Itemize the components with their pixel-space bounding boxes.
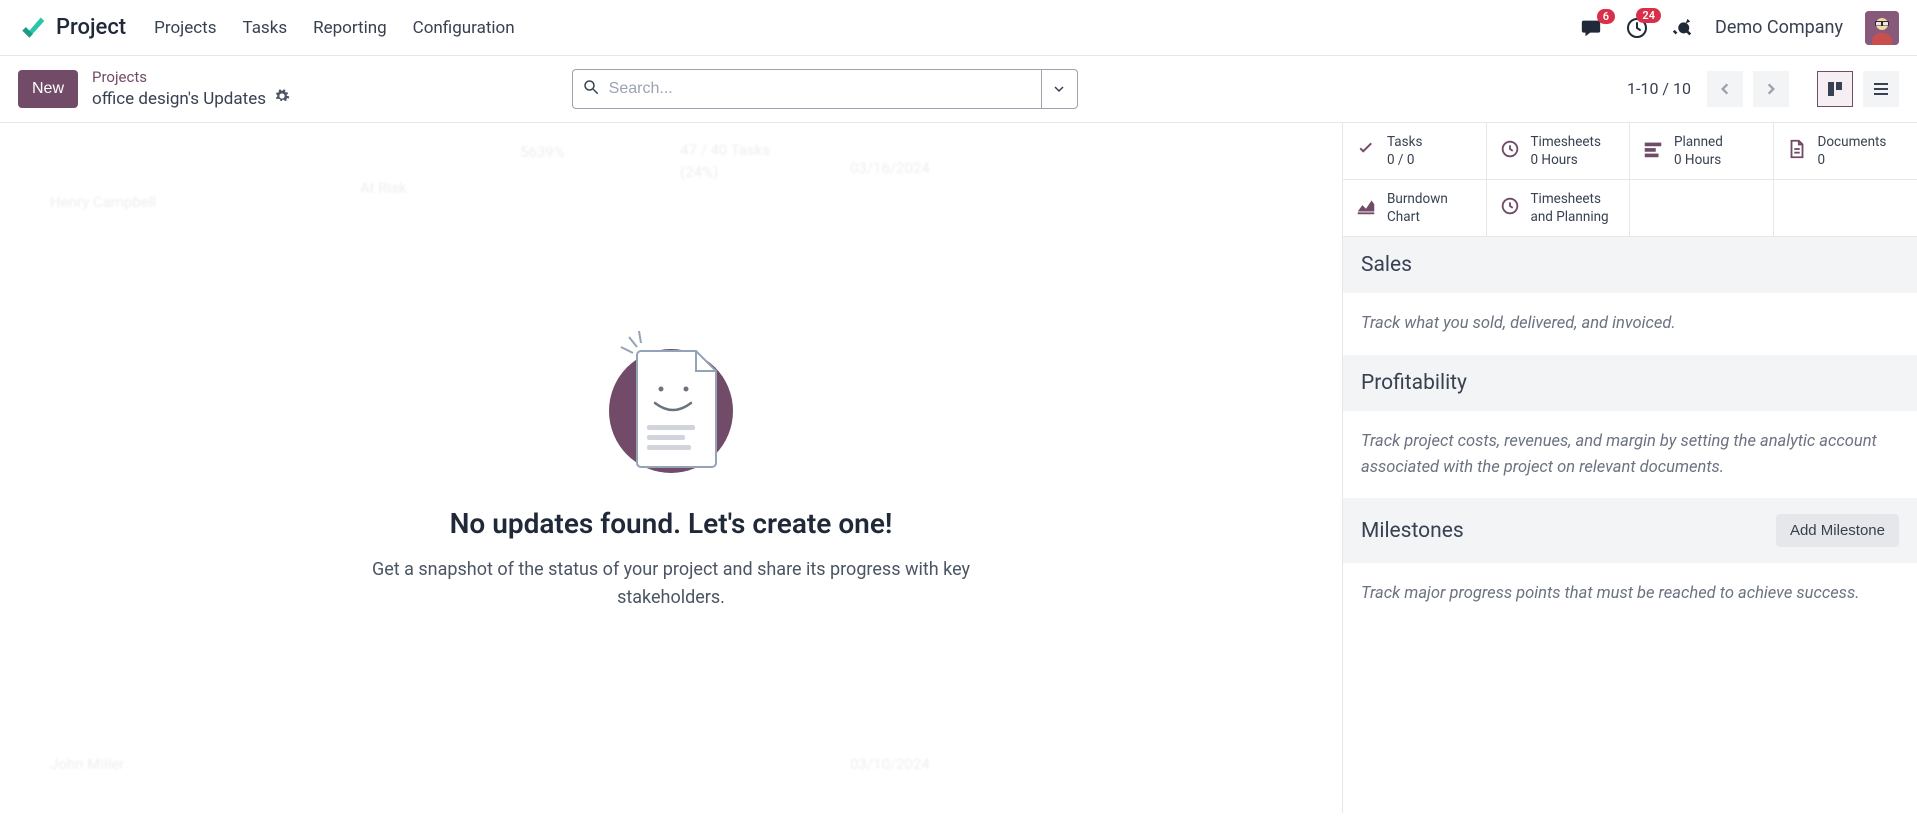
pager-next[interactable] <box>1753 71 1789 107</box>
empty-state-illustration <box>321 323 1021 487</box>
pager-count[interactable]: 1-10 / 10 <box>1627 79 1691 98</box>
add-milestone-button[interactable]: Add Milestone <box>1776 514 1899 547</box>
document-icon <box>1786 138 1808 164</box>
section-milestones-body: Track major progress points that must be… <box>1343 563 1917 625</box>
view-list[interactable] <box>1863 71 1899 107</box>
empty-state-subtext: Get a snapshot of the status of your pro… <box>321 556 1021 612</box>
activities-icon[interactable]: 24 <box>1625 16 1649 40</box>
debug-icon[interactable] <box>1671 17 1693 39</box>
search-dropdown[interactable] <box>1042 69 1078 109</box>
clock-icon <box>1499 138 1521 164</box>
company-selector[interactable]: Demo Company <box>1715 17 1843 38</box>
new-button[interactable]: New <box>18 70 78 108</box>
section-sales-header: Sales <box>1343 237 1917 293</box>
nav-projects[interactable]: Projects <box>154 18 216 38</box>
empty-state: No updates found. Let's create one! Get … <box>321 323 1021 612</box>
nav-reporting[interactable]: Reporting <box>313 18 387 38</box>
breadcrumb-parent[interactable]: Projects <box>92 68 290 88</box>
messages-icon[interactable]: 6 <box>1579 17 1603 39</box>
check-icon <box>1355 138 1377 164</box>
gear-icon[interactable] <box>274 88 290 110</box>
section-milestones-header: Milestones Add Milestone <box>1343 498 1917 563</box>
stat-timesheets-planning[interactable]: Timesheetsand Planning <box>1487 180 1631 237</box>
empty-state-heading: No updates found. Let's create one! <box>321 507 1021 540</box>
user-avatar[interactable] <box>1865 11 1899 45</box>
search-icon <box>582 78 600 100</box>
breadcrumb-title: office design's Updates <box>92 88 266 110</box>
section-profitability-body: Track project costs, revenues, and margi… <box>1343 411 1917 498</box>
section-profitability-header: Profitability <box>1343 355 1917 411</box>
clock-icon <box>1499 195 1521 221</box>
nav-configuration[interactable]: Configuration <box>413 18 515 38</box>
stat-timesheets[interactable]: Timesheets0 Hours <box>1487 123 1631 180</box>
stat-tasks[interactable]: Tasks0 / 0 <box>1343 123 1487 180</box>
app-title[interactable]: Project <box>56 15 126 40</box>
app-logo[interactable] <box>18 14 46 42</box>
nav-tasks[interactable]: Tasks <box>242 18 287 38</box>
stat-documents[interactable]: Documents0 <box>1774 123 1917 180</box>
activities-badge: 24 <box>1636 8 1661 23</box>
stat-planned[interactable]: Planned0 Hours <box>1630 123 1774 180</box>
view-kanban[interactable] <box>1817 71 1853 107</box>
section-sales-body: Track what you sold, delivered, and invo… <box>1343 293 1917 355</box>
area-chart-icon <box>1355 195 1377 221</box>
pager-prev[interactable] <box>1707 71 1743 107</box>
search-input[interactable] <box>572 69 1042 109</box>
messages-badge: 6 <box>1597 9 1615 24</box>
stat-burndown[interactable]: BurndownChart <box>1343 180 1487 237</box>
planned-icon <box>1642 138 1664 164</box>
breadcrumb: Projects office design's Updates <box>92 68 290 110</box>
